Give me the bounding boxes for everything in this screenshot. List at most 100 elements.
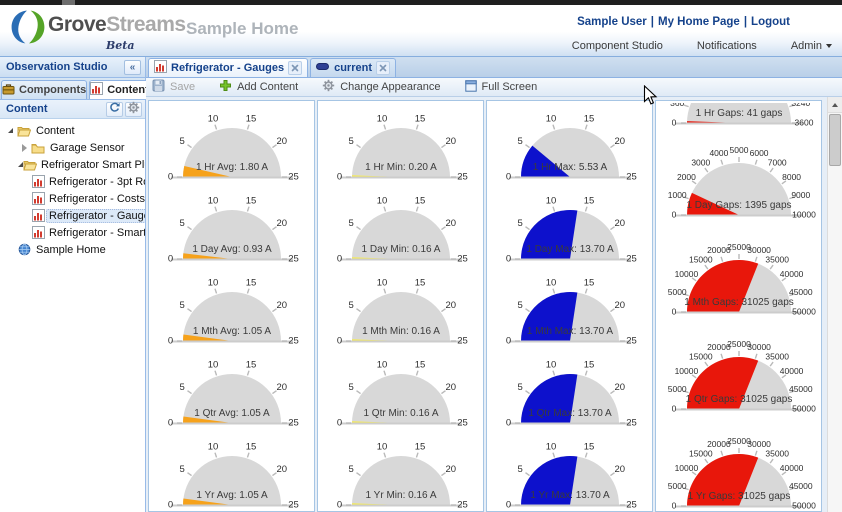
stream-icon <box>316 62 330 74</box>
tree-item-garage-sensor[interactable]: Garage Sensor <box>0 139 145 156</box>
fullscreen-icon <box>465 80 477 95</box>
briefcase-icon <box>2 83 15 98</box>
sidebar-tab-content[interactable]: Content <box>89 80 150 99</box>
add-content-button[interactable]: Add Content <box>219 79 298 95</box>
caret-expanded-icon[interactable] <box>8 128 13 133</box>
toolbar-button-label: Full Screen <box>482 81 538 93</box>
tree-item-refrigerator-smart-plug[interactable]: Refrigerator Smart Plug <box>0 156 145 173</box>
full-screen-button[interactable]: Full Screen <box>465 80 538 95</box>
svg-text:20: 20 <box>445 382 456 393</box>
svg-text:1 Yr Min: 0.16 A: 1 Yr Min: 0.16 A <box>365 490 436 501</box>
svg-text:10: 10 <box>207 360 218 371</box>
link-my-home-page[interactable]: My Home Page <box>658 16 740 28</box>
gauge: 05101520251 Mth Avg: 1.05 A <box>149 267 314 347</box>
tree-item-refrigerator-3pt-rolling[interactable]: Refrigerator - 3pt Rolling... <box>0 173 145 190</box>
svg-text:10: 10 <box>207 196 218 207</box>
close-icon[interactable] <box>376 61 390 75</box>
svg-text:1 Day Max: 13.70 A: 1 Day Max: 13.70 A <box>526 244 614 255</box>
svg-text:0: 0 <box>336 172 341 183</box>
tab-refrigerator-gauges[interactable]: Refrigerator - Gauges <box>148 58 308 77</box>
svg-text:0: 0 <box>505 254 510 265</box>
svg-text:20: 20 <box>445 136 456 147</box>
tree-item-label: Garage Sensor <box>48 141 127 155</box>
svg-text:10: 10 <box>376 442 387 453</box>
content-section-title: Content <box>6 103 48 115</box>
sidebar-tabbar: ComponentsContent <box>0 78 145 100</box>
chart-icon <box>32 175 45 188</box>
workspace-tabbar: Refrigerator - Gauges current <box>146 57 842 78</box>
svg-text:5: 5 <box>348 382 353 393</box>
workspace-toolbar: Save Add Content Change Appearance Full Scr… <box>146 78 842 97</box>
tree-item-label: Refrigerator - Costs <box>47 192 145 206</box>
link-logout[interactable]: Logout <box>751 16 790 28</box>
svg-text:0: 0 <box>505 418 510 429</box>
refresh-button[interactable] <box>106 102 123 117</box>
tree-item-content[interactable]: Content <box>0 122 145 139</box>
menu-item-notifications[interactable]: Notifications <box>697 40 757 52</box>
svg-text:5: 5 <box>517 218 522 229</box>
svg-text:0: 0 <box>671 210 676 220</box>
link-sample-user[interactable]: Sample User <box>577 16 647 28</box>
svg-text:5: 5 <box>179 218 184 229</box>
globe-icon <box>16 243 32 256</box>
svg-text:0: 0 <box>505 336 510 347</box>
menu-item-admin[interactable]: Admin <box>791 40 832 52</box>
svg-text:50000: 50000 <box>792 307 816 317</box>
svg-text:0: 0 <box>505 500 510 511</box>
svg-text:1 Day Min: 0.16 A: 1 Day Min: 0.16 A <box>361 244 440 255</box>
svg-text:1 Yr Max: 13.70 A: 1 Yr Max: 13.70 A <box>530 490 610 501</box>
svg-text:25: 25 <box>288 254 299 265</box>
tree-item-refrigerator-gauges[interactable]: Refrigerator - Gauges <box>0 207 145 224</box>
refresh-icon <box>109 102 120 116</box>
svg-text:10000: 10000 <box>792 210 816 220</box>
svg-text:1 Yr Gaps: 31025 gaps: 1 Yr Gaps: 31025 gaps <box>687 491 790 502</box>
svg-text:10: 10 <box>207 442 218 453</box>
close-icon[interactable] <box>288 61 302 75</box>
svg-text:5000: 5000 <box>667 481 686 491</box>
svg-text:20: 20 <box>276 300 287 311</box>
sidebar-tab-label: Components <box>19 84 86 96</box>
gauge: 05101520251 Hr Max: 5.53 A <box>487 103 652 183</box>
svg-text:10000: 10000 <box>674 463 698 473</box>
gauge: 05101520251 Yr Min: 0.16 A <box>318 431 483 511</box>
svg-text:0: 0 <box>167 500 172 511</box>
tree-item-refrigerator-smart-plu[interactable]: Refrigerator - Smart Plu... <box>0 224 145 241</box>
svg-text:20: 20 <box>276 382 287 393</box>
collapse-panel-button[interactable]: « <box>124 60 141 75</box>
tab-label: current <box>334 62 372 74</box>
sidebar-tab-components[interactable]: Components <box>1 80 87 99</box>
svg-text:10: 10 <box>376 114 387 125</box>
svg-text:25: 25 <box>457 500 468 511</box>
svg-text:20: 20 <box>445 464 456 475</box>
change-appearance-button[interactable]: Change Appearance <box>322 79 440 95</box>
gauge: 05101520251 Day Avg: 0.93 A <box>149 185 314 265</box>
scrollbar-thumb[interactable] <box>829 114 841 166</box>
observation-studio-panel: Observation Studio « ComponentsContent C… <box>0 57 146 512</box>
caret-collapsed-icon[interactable] <box>22 144 27 152</box>
menu-item-component-studio[interactable]: Component Studio <box>572 40 663 52</box>
tree-item-sample-home[interactable]: Sample Home <box>0 241 145 258</box>
tab-label: Refrigerator - Gauges <box>171 62 284 74</box>
svg-text:5: 5 <box>179 464 184 475</box>
svg-text:3240: 3240 <box>791 103 810 108</box>
svg-text:20: 20 <box>614 300 625 311</box>
gear-button[interactable] <box>125 102 142 117</box>
svg-text:35000: 35000 <box>765 351 789 361</box>
svg-text:0: 0 <box>167 172 172 183</box>
tree-item-refrigerator-costs[interactable]: Refrigerator - Costs <box>0 190 145 207</box>
gauge: 0500010000150002000025000300003500040000… <box>656 323 821 418</box>
tab-current[interactable]: current <box>310 58 396 77</box>
svg-text:9000: 9000 <box>791 190 810 200</box>
app-header: GroveStreams Beta Sample Home Sample Use… <box>0 5 842 57</box>
svg-text:0: 0 <box>671 501 676 511</box>
svg-text:15: 15 <box>583 360 594 371</box>
svg-text:0: 0 <box>336 418 341 429</box>
save-button: Save <box>152 79 195 95</box>
svg-text:5: 5 <box>517 300 522 311</box>
toolbar-button-label: Change Appearance <box>340 81 440 93</box>
svg-text:5: 5 <box>179 136 184 147</box>
vertical-scrollbar[interactable] <box>827 97 842 512</box>
tree-item-label: Refrigerator Smart Plug <box>39 158 145 172</box>
scroll-up-button[interactable] <box>828 97 842 113</box>
gauge: 0360720108014401800216025202880324036001… <box>656 103 821 127</box>
